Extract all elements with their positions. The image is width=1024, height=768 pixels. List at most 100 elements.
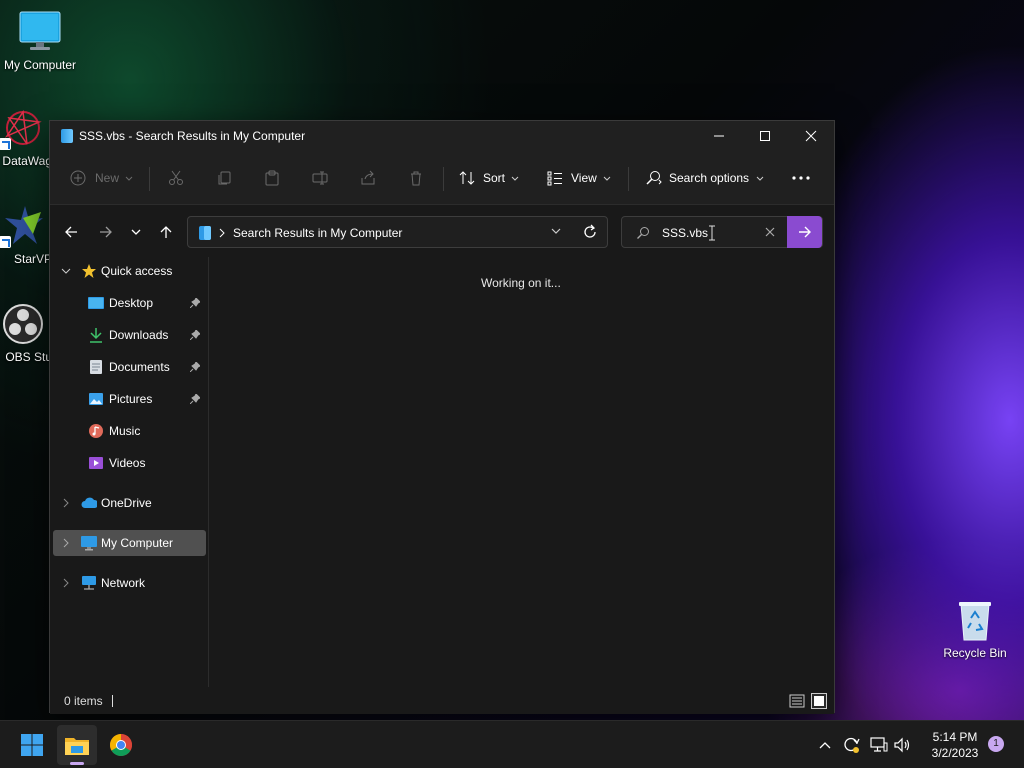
status-bar: 0 items: [50, 687, 834, 714]
sidebar-item-quick-access[interactable]: Quick access: [53, 258, 206, 284]
rename-button[interactable]: [312, 151, 328, 205]
clipboard-icon: [265, 170, 279, 186]
chevron-expanded-icon: [61, 268, 71, 274]
desktop-folder-icon: [88, 297, 104, 309]
pictures-icon: [89, 393, 103, 405]
address-dropdown-button[interactable]: [550, 225, 564, 239]
start-button[interactable]: [12, 725, 52, 765]
obs-icon: [0, 302, 43, 346]
search-location-icon: [199, 226, 211, 240]
desktop-icon-label: StarVP: [13, 252, 52, 266]
clear-icon: [765, 227, 775, 237]
breadcrumb-chevron-icon: [219, 228, 225, 238]
copy-icon: [218, 171, 231, 185]
sort-button[interactable]: Sort: [459, 151, 520, 205]
speaker-icon: [894, 737, 910, 753]
maximize-button[interactable]: [742, 121, 788, 151]
sync-tray-button[interactable]: [842, 721, 860, 768]
sidebar-item-music[interactable]: Music: [53, 418, 206, 444]
shortcut-arrow-icon: [0, 236, 11, 248]
sidebar-item-downloads[interactable]: Downloads: [53, 322, 206, 348]
recent-locations-button[interactable]: [122, 218, 150, 246]
taskbar-file-explorer[interactable]: [57, 725, 97, 765]
delete-button[interactable]: [408, 151, 424, 205]
plus-circle-icon: [70, 170, 86, 186]
sidebar-item-label: My Computer: [101, 536, 174, 550]
text-cursor-icon: [709, 225, 715, 241]
sidebar-item-desktop[interactable]: Desktop: [53, 290, 206, 316]
show-hidden-icons-button[interactable]: [818, 721, 832, 768]
desktop-icon-starvp[interactable]: StarVP: [0, 204, 56, 266]
cut-button[interactable]: [168, 151, 184, 205]
arrow-right-icon: [100, 226, 112, 238]
desktop-icon-label: OBS Stu: [5, 350, 52, 364]
desktop-icon-recycle-bin[interactable]: Recycle Bin: [935, 598, 1015, 660]
search-options-button[interactable]: Search options: [645, 151, 765, 205]
search-input[interactable]: SSS.vbs: [662, 226, 708, 240]
sync-warning-icon: [844, 737, 860, 753]
sidebar-item-network[interactable]: Network: [53, 570, 206, 596]
search-progress-message: Working on it...: [481, 276, 561, 290]
sidebar-item-label: Pictures: [109, 392, 153, 406]
trash-icon: [411, 171, 421, 186]
title-bar[interactable]: SSS.vbs - Search Results in My Computer: [50, 121, 834, 151]
chevron-down-icon: [131, 229, 141, 235]
view-list-icon: [547, 171, 562, 186]
sidebar-item-label: Network: [101, 576, 146, 590]
view-button[interactable]: View: [547, 151, 612, 205]
new-button[interactable]: New: [70, 151, 134, 205]
sidebar-item-my-computer[interactable]: My Computer: [53, 530, 206, 556]
desktop-icon-label: My Computer: [3, 58, 77, 72]
chevron-down-icon: [125, 176, 133, 181]
music-icon: [89, 424, 103, 438]
back-button[interactable]: [57, 218, 85, 246]
copy-button[interactable]: [216, 151, 232, 205]
sidebar-item-label: Desktop: [109, 296, 154, 310]
sidebar-item-onedrive[interactable]: OneDrive: [53, 490, 206, 516]
sidebar-item-label: Documents: [109, 360, 170, 374]
more-options-button[interactable]: [792, 151, 810, 205]
close-button[interactable]: [788, 121, 834, 151]
minimize-icon: [714, 135, 724, 137]
paste-button[interactable]: [264, 151, 280, 205]
command-bar: New Sort View Search options: [50, 151, 834, 205]
forward-button[interactable]: [92, 218, 120, 246]
sidebar-item-videos[interactable]: Videos: [53, 450, 206, 476]
refresh-button[interactable]: [582, 224, 598, 240]
address-bar[interactable]: Search Results in My Computer: [187, 216, 608, 248]
details-view-button[interactable]: [789, 694, 805, 708]
status-divider: [112, 695, 113, 707]
videos-icon: [89, 457, 103, 469]
sidebar-item-pictures[interactable]: Pictures: [53, 386, 206, 412]
volume-tray-button[interactable]: [894, 721, 912, 768]
share-button[interactable]: [360, 151, 376, 205]
search-go-button[interactable]: [787, 216, 822, 248]
chevron-down-icon: [511, 176, 519, 181]
chrome-icon: [110, 734, 132, 756]
arrow-up-icon: [160, 226, 172, 238]
desktop-icon-datawag[interactable]: DataWag: [0, 106, 56, 168]
download-icon: [90, 328, 102, 343]
taskbar-chrome[interactable]: [101, 725, 141, 765]
network-tray-button[interactable]: [870, 721, 888, 768]
notification-badge[interactable]: 1: [988, 736, 1004, 752]
chevron-down-icon: [756, 176, 764, 181]
tiles-view-icon: [811, 693, 827, 709]
sidebar-item-documents[interactable]: Documents: [53, 354, 206, 380]
chevron-collapsed-icon: [63, 578, 69, 588]
pin-icon: [190, 298, 200, 308]
sort-label: Sort: [483, 171, 506, 185]
clear-search-button[interactable]: [764, 226, 778, 240]
file-list-pane[interactable]: Working on it...: [210, 257, 834, 687]
clock[interactable]: 5:14 PM 3/2/2023: [924, 729, 986, 761]
arrow-right-icon: [798, 226, 811, 238]
sidebar-item-label: Downloads: [109, 328, 169, 342]
desktop-icon-my-computer[interactable]: My Computer: [0, 10, 80, 72]
desktop-icon-obs[interactable]: OBS Stu: [0, 302, 56, 364]
up-button[interactable]: [152, 218, 180, 246]
scissors-icon: [169, 170, 183, 185]
tiles-view-button[interactable]: [811, 693, 827, 709]
minimize-button[interactable]: [696, 121, 742, 151]
search-options-icon: [646, 171, 662, 185]
desktop-icon-label: Recycle Bin: [943, 646, 1007, 660]
